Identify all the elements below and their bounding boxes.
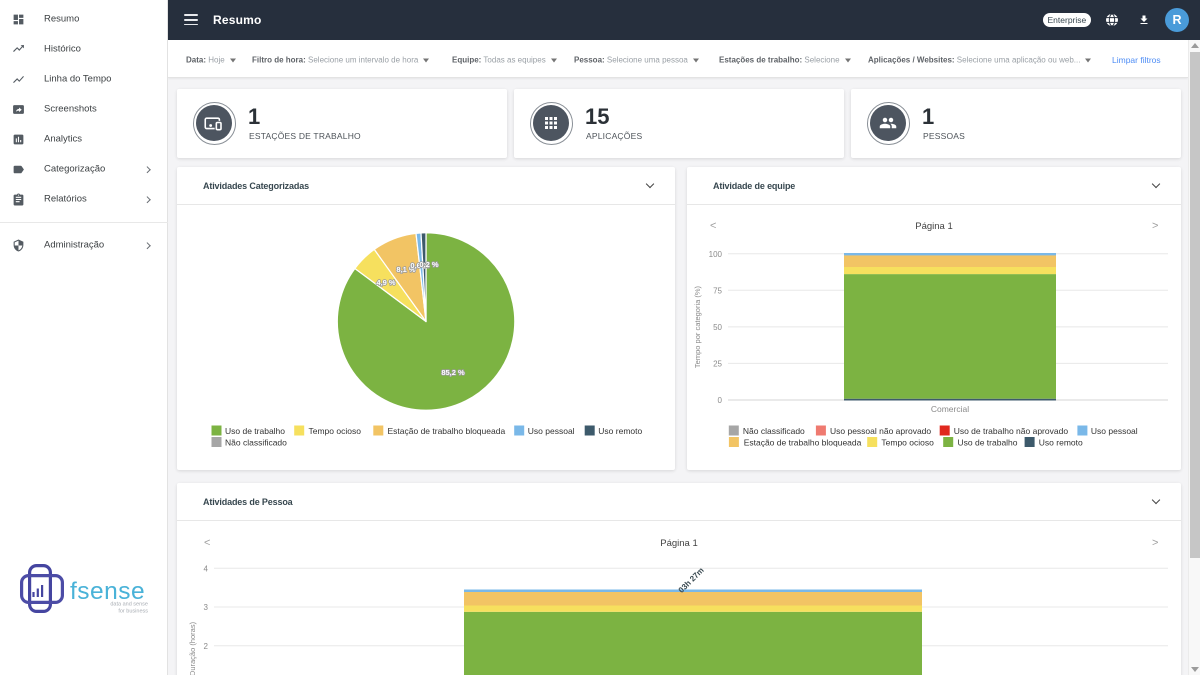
svg-text:Não classificado: Não classificado	[225, 438, 287, 448]
svg-text:<: <	[204, 537, 210, 549]
svg-text:Uso de trabalho: Uso de trabalho	[958, 438, 1018, 448]
svg-text:50: 50	[713, 323, 722, 332]
svg-text:85,2 %: 85,2 %	[441, 368, 465, 377]
svg-text:3: 3	[204, 603, 209, 612]
svg-text:100: 100	[709, 250, 723, 259]
svg-text:75: 75	[713, 287, 722, 296]
svg-text:>: >	[1152, 537, 1158, 549]
svg-text:Tempo ocioso: Tempo ocioso	[309, 426, 362, 436]
svg-text:2: 2	[204, 642, 209, 651]
svg-text:Uso remoto: Uso remoto	[598, 426, 642, 436]
svg-text:4,9 %: 4,9 %	[376, 278, 396, 287]
svg-text:0,2 %: 0,2 %	[419, 260, 439, 269]
svg-text:0: 0	[718, 396, 723, 405]
svg-text:Uso pessoal não aprovado: Uso pessoal não aprovado	[830, 426, 931, 436]
svg-text:Não classificado: Não classificado	[743, 426, 805, 436]
svg-text:Uso de trabalho não aprovado: Uso de trabalho não aprovado	[954, 426, 1069, 436]
svg-text:Uso pessoal: Uso pessoal	[1091, 426, 1138, 436]
svg-text:Estação de trabalho bloqueada: Estação de trabalho bloqueada	[744, 438, 862, 448]
svg-text:for business: for business	[118, 609, 148, 615]
svg-text:Uso pessoal: Uso pessoal	[528, 426, 575, 436]
svg-text:Comercial: Comercial	[931, 404, 969, 414]
svg-text:Estação de trabalho bloqueada: Estação de trabalho bloqueada	[388, 426, 506, 436]
svg-text:Tempo por categoria (%): Tempo por categoria (%)	[693, 285, 702, 368]
svg-text:Página 1: Página 1	[660, 538, 698, 549]
svg-text:Uso remoto: Uso remoto	[1039, 438, 1083, 448]
svg-text:<: <	[710, 220, 716, 232]
svg-text:25: 25	[713, 360, 722, 369]
svg-text:4: 4	[204, 565, 209, 574]
svg-text:data and sense: data and sense	[110, 602, 148, 608]
svg-text:Página 1: Página 1	[915, 221, 953, 232]
svg-text:Tempo ocioso: Tempo ocioso	[881, 438, 934, 448]
svg-text:>: >	[1152, 220, 1158, 232]
svg-text:Uso de trabalho: Uso de trabalho	[225, 426, 285, 436]
svg-text:Duração (horas): Duração (horas)	[188, 621, 197, 675]
